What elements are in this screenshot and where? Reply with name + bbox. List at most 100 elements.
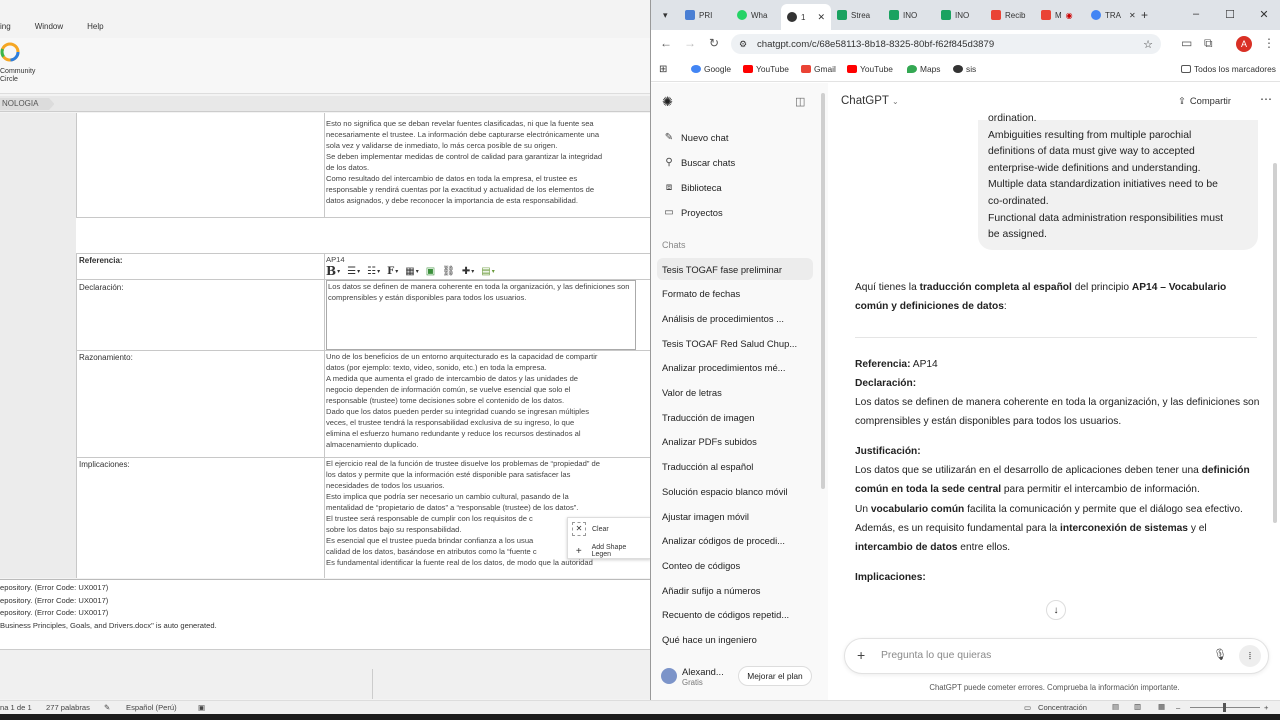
paste-icon[interactable]: ▤ ▾ [481, 266, 494, 277]
attach-plus-icon[interactable]: + [857, 647, 865, 663]
browser-tab[interactable]: Strea [833, 6, 870, 24]
profile-avatar[interactable]: A [1236, 36, 1252, 52]
new-tab-button[interactable]: + [1137, 6, 1148, 24]
tab-search-icon[interactable]: ▾ [659, 6, 668, 24]
list-icon[interactable]: ☷ ▾ [367, 266, 380, 277]
sidebar-chat-item[interactable]: Traducción al español [657, 456, 813, 478]
sidebar-chat-item[interactable]: Qué hace un ingeniero [657, 629, 813, 651]
sidebar-chat-item[interactable]: Recuento de códigos repetid... [657, 604, 813, 626]
apps-grid-icon[interactable]: ⊞ [659, 64, 667, 75]
web-layout-icon[interactable]: ▦ [1158, 702, 1165, 711]
read-mode-icon[interactable]: ▤ [1112, 702, 1119, 711]
gmail-icon [1041, 10, 1051, 20]
sidebar-chat-item[interactable]: Analizar procedimientos mé... [657, 357, 813, 379]
language-indicator[interactable]: Español (Perú) [126, 703, 177, 712]
close-tab-icon[interactable]: ✕ [817, 12, 825, 23]
bookmark-sis[interactable]: sis [953, 64, 976, 74]
zoom-in-icon[interactable]: + [1264, 703, 1268, 712]
sidebar-scrollbar[interactable] [821, 93, 825, 489]
bookmark-maps[interactable]: Maps [907, 64, 940, 74]
table-icon[interactable]: ▦ ▾ [405, 266, 418, 277]
sidebar-chat-item[interactable]: Solución espacio blanco móvil [657, 480, 813, 502]
bookmark-gmail[interactable]: Gmail [801, 64, 836, 74]
forward-icon[interactable]: → [684, 36, 696, 50]
menu-item-help[interactable]: Help [87, 22, 103, 36]
sidebar-chat-item[interactable]: Analizar códigos de procedi... [657, 530, 813, 552]
browser-tab[interactable]: INO [885, 6, 917, 24]
insert-icon[interactable]: ✚ ▾ [462, 266, 474, 277]
browser-tab[interactable]: INO [937, 6, 969, 24]
sidebar-chat-item[interactable]: Análisis de procedimientos ... [657, 307, 813, 329]
bookmark-youtube[interactable]: YouTube [743, 64, 789, 74]
context-menu-add-shape-legend[interactable]: + Add Shape Legen [568, 540, 650, 562]
reload-icon[interactable]: ↻ [709, 36, 719, 50]
projects-button[interactable]: ▭ Proyectos [661, 201, 817, 223]
toggle-sidebar-icon[interactable]: ◫ [795, 95, 805, 108]
focus-mode[interactable]: Concentración [1038, 703, 1087, 712]
site-info-icon[interactable]: ⚙ [739, 39, 747, 50]
link-icon[interactable]: ⛓ [442, 266, 455, 277]
divider [855, 337, 1257, 338]
new-chat-button[interactable]: ✎ Nuevo chat [661, 126, 817, 148]
more-options-icon[interactable]: ⋯ [1260, 92, 1272, 106]
menu-item-window[interactable]: Window [35, 22, 63, 36]
browser-tab[interactable]: Wha [733, 6, 767, 24]
sidebar-chat-item[interactable]: Tesis TOGAF fase preliminar [657, 258, 813, 280]
browser-tab[interactable]: PRI [681, 6, 712, 24]
zoom-out-icon[interactable]: – [1176, 703, 1180, 712]
focus-icon[interactable]: ▭ [1024, 703, 1031, 712]
document-tab[interactable]: NOLOGIA [0, 98, 55, 110]
share-button[interactable]: ⇪ Compartir [1178, 95, 1231, 107]
macro-icon[interactable]: ▣ [198, 703, 205, 712]
align-icon[interactable]: ☰ ▾ [347, 266, 360, 277]
spellcheck-icon[interactable]: ✎ [104, 703, 110, 712]
url-field[interactable]: ⚙ chatgpt.com/c/68e58113-8b18-8325-80bf-… [731, 34, 1161, 54]
all-bookmarks[interactable]: Todos los marcadores [1181, 64, 1276, 74]
menu-item-tools[interactable]: ing [0, 22, 11, 36]
sidebar-chat-item[interactable]: Conteo de códigos [657, 554, 813, 576]
bold-button[interactable]: B ▾ [326, 264, 340, 278]
zoom-slider-thumb[interactable] [1223, 703, 1226, 712]
sidebar-chat-item[interactable]: Valor de letras [657, 382, 813, 404]
cast-icon[interactable]: ▭ [1181, 36, 1192, 50]
conversation-scrollbar[interactable] [1273, 163, 1277, 523]
avatar[interactable] [661, 668, 677, 684]
search-chats-button[interactable]: ⚲ Buscar chats [661, 151, 817, 173]
sidebar-chat-item[interactable]: Traducción de imagen [657, 406, 813, 428]
bookmark-google[interactable]: Google [691, 64, 731, 74]
sidebar-chat-item[interactable]: Tesis TOGAF Red Salud Chup... [657, 332, 813, 354]
voice-mode-icon[interactable]: ⦙ [1239, 645, 1261, 667]
sidebar-chat-item[interactable]: Ajustar imagen móvil [657, 505, 813, 527]
bookmark-star-icon[interactable]: ☆ [1143, 38, 1153, 51]
minimize-icon[interactable]: – [1179, 0, 1213, 28]
sidebar-chat-item[interactable]: Añadir sufijo a números [657, 579, 813, 601]
font-icon[interactable]: F ▾ [387, 266, 398, 277]
microphone-icon[interactable]: 🎙 [1213, 648, 1227, 661]
library-button[interactable]: ⧈ Biblioteca [661, 176, 817, 198]
image-icon[interactable]: ▣ [426, 266, 435, 277]
menu-kebab-icon[interactable]: ⋮ [1263, 36, 1275, 50]
sidebar-chat-item[interactable]: Formato de fechas [657, 283, 813, 305]
browser-tab-active[interactable]: 1 ✕ [781, 4, 831, 30]
model-selector[interactable]: ChatGPT ⌄ [841, 95, 899, 107]
back-icon[interactable]: ← [660, 36, 672, 50]
context-menu-clear[interactable]: ✕ Clear [568, 518, 650, 540]
word-count[interactable]: 277 palabras [46, 703, 90, 712]
print-layout-icon[interactable]: ▥ [1134, 702, 1141, 711]
community-circle-icon[interactable] [0, 42, 30, 62]
maximize-icon[interactable]: ☐ [1213, 0, 1247, 28]
sidebar-chat-item[interactable]: Analizar PDFs subidos [657, 431, 813, 453]
close-window-icon[interactable]: ✕ [1247, 0, 1280, 28]
user-account[interactable]: Alexand... Gratis Mejorar el plan [657, 663, 822, 693]
scroll-down-button[interactable]: ↓ [1046, 600, 1066, 620]
bookmark-youtube[interactable]: YouTube [847, 64, 893, 74]
declaracion-editor[interactable]: Los datos se definen de manera coherente… [326, 280, 636, 350]
upgrade-plan-button[interactable]: Mejorar el plan [738, 666, 812, 686]
extensions-icon[interactable]: ⧉ [1204, 36, 1213, 51]
browser-tab[interactable]: Recib [987, 6, 1025, 24]
browser-tab[interactable]: M ◉ [1037, 6, 1073, 24]
close-tab-icon[interactable]: ✕ [1129, 11, 1136, 20]
browser-tab[interactable]: TRA ✕ [1087, 6, 1136, 24]
openai-logo-icon[interactable]: ✺ [662, 94, 673, 110]
prompt-input[interactable]: Pregunta lo que quieras [881, 650, 991, 661]
